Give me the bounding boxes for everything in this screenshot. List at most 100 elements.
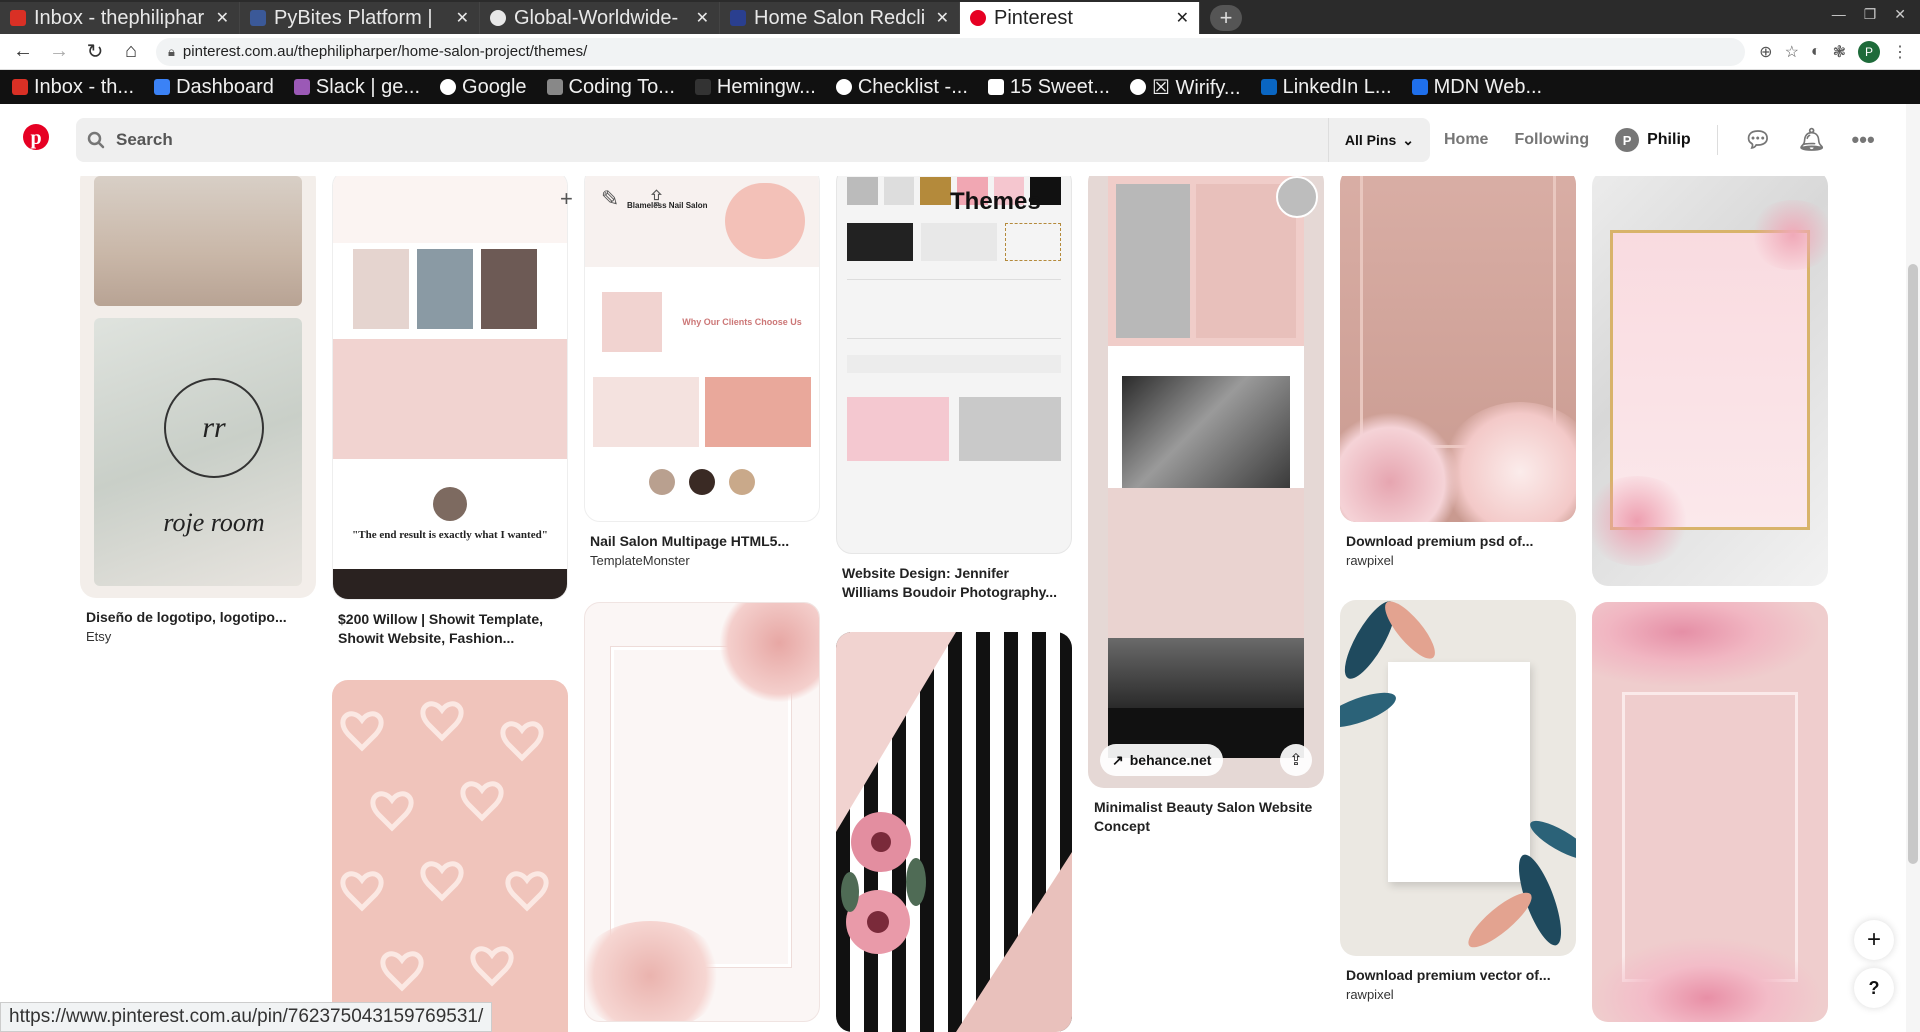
- pin-source[interactable]: TemplateMonster: [584, 553, 820, 568]
- bookmark-item[interactable]: 15 Sweet...: [987, 75, 1110, 99]
- pin-image[interactable]: [1592, 602, 1828, 1022]
- pin-source[interactable]: Etsy: [80, 629, 316, 644]
- tab-title: Home Salon Redcli: [754, 6, 926, 29]
- bookmarks-bar: Inbox - th... Dashboard Slack | ge... Go…: [0, 70, 1920, 104]
- pin-card[interactable]: [332, 680, 568, 1032]
- pin-title[interactable]: Website Design: Jennifer Williams Boudoi…: [836, 564, 1072, 602]
- forward-arrow-icon[interactable]: →: [48, 40, 70, 63]
- extension-icon[interactable]: ❃: [1833, 42, 1846, 62]
- pin-image[interactable]: ↗ behance.net ⇪: [1088, 176, 1324, 788]
- bookmark-item[interactable]: Inbox - th...: [12, 76, 134, 99]
- profile-avatar[interactable]: P: [1858, 40, 1880, 63]
- close-window-icon[interactable]: ✕: [1894, 6, 1906, 28]
- browser-tab[interactable]: Global-Worldwide- ✕: [480, 2, 720, 34]
- wirify-icon: [1129, 79, 1146, 95]
- nav-profile[interactable]: P Philip: [1615, 128, 1691, 152]
- share-upload-icon[interactable]: ⇪: [647, 186, 665, 212]
- pin-image[interactable]: [1340, 600, 1576, 956]
- back-arrow-icon[interactable]: ←: [12, 40, 34, 63]
- edit-pencil-icon[interactable]: ✎: [601, 186, 619, 212]
- bookmark-label: 15 Sweet...: [1009, 75, 1110, 98]
- new-tab-button[interactable]: +: [1210, 5, 1242, 31]
- close-icon[interactable]: ✕: [456, 8, 469, 28]
- close-icon[interactable]: ✕: [216, 8, 229, 28]
- pin-card[interactable]: Website Design: Jennifer Williams Boudoi…: [836, 176, 1072, 602]
- pin-card[interactable]: [1592, 602, 1828, 1022]
- pin-card[interactable]: "The end result is exactly what I wanted…: [332, 176, 568, 648]
- pin-card[interactable]: rr roje room Diseño de logotipo, logotip…: [80, 176, 316, 644]
- pin-card[interactable]: Blameless Nail Salon Why Our Clients Cho…: [584, 176, 820, 568]
- add-icon[interactable]: +: [560, 186, 573, 212]
- pin-title[interactable]: Minimalist Beauty Salon Website Concept: [1088, 798, 1324, 836]
- pin-image[interactable]: [836, 176, 1072, 554]
- scrollbar-thumb[interactable]: [1908, 264, 1918, 864]
- pin-title[interactable]: Download premium vector of...: [1340, 966, 1576, 985]
- minimize-icon[interactable]: —: [1832, 6, 1846, 28]
- pin-card[interactable]: Download premium vector of... rawpixel: [1340, 600, 1576, 1002]
- checklist-icon: [835, 79, 852, 95]
- all-pins-dropdown[interactable]: All Pins ⌄: [1327, 118, 1430, 162]
- create-button[interactable]: +: [1854, 920, 1894, 960]
- pin-card[interactable]: [1592, 176, 1828, 586]
- bookmark-item[interactable]: Google: [440, 76, 527, 99]
- search-icon: [76, 131, 116, 149]
- bookmark-label: Slack | ge...: [315, 75, 421, 98]
- notifications-bell-icon[interactable]: 🔔︎: [1798, 127, 1826, 153]
- bookmark-item[interactable]: Hemingw...: [694, 76, 816, 99]
- share-button[interactable]: ⇪: [1280, 744, 1312, 776]
- pin-image[interactable]: "The end result is exactly what I wanted…: [332, 176, 568, 600]
- close-icon[interactable]: ✕: [1176, 8, 1189, 28]
- pin-card[interactable]: Download premium psd of... rawpixel: [1340, 176, 1576, 568]
- page-scrollbar[interactable]: [1906, 104, 1920, 1032]
- close-icon[interactable]: ✕: [936, 8, 949, 28]
- bookmark-item[interactable]: LinkedIn L...: [1260, 76, 1392, 99]
- collaborator-avatar[interactable]: [1276, 176, 1318, 218]
- pin-image[interactable]: [584, 602, 820, 1022]
- add-to-home-icon[interactable]: ⊕: [1759, 42, 1772, 62]
- browser-tab[interactable]: Home Salon Redcli ✕: [720, 2, 960, 34]
- maximize-icon[interactable]: ❐: [1864, 6, 1877, 28]
- bookmark-item[interactable]: Slack | ge...: [293, 75, 421, 99]
- more-options-icon[interactable]: •••: [1852, 127, 1875, 153]
- extension-icon[interactable]: ◐: [1811, 43, 1821, 61]
- pin-title[interactable]: Download premium psd of...: [1340, 532, 1576, 551]
- search-bar[interactable]: Search All Pins ⌄: [76, 118, 1430, 162]
- pin-image[interactable]: [1592, 176, 1828, 586]
- bookmark-item[interactable]: ☒ Wirify...: [1129, 75, 1241, 100]
- url-field[interactable]: 🔒︎ pinterest.com.au/thephilipharper/home…: [156, 37, 1746, 66]
- avatar: P: [1615, 128, 1640, 152]
- pin-image[interactable]: [332, 680, 568, 1032]
- pin-image[interactable]: [836, 632, 1072, 1032]
- pin-card[interactable]: ↗ behance.net ⇪ Minimalist Beauty Salon …: [1088, 176, 1324, 836]
- lock-icon[interactable]: 🔒︎: [168, 44, 175, 60]
- nav-home[interactable]: Home: [1444, 131, 1488, 149]
- pin-card[interactable]: [836, 632, 1072, 1032]
- bookmark-item[interactable]: Dashboard: [154, 76, 274, 99]
- pin-image[interactable]: [1340, 176, 1576, 522]
- pin-source[interactable]: rawpixel: [1340, 553, 1576, 568]
- pin-source[interactable]: rawpixel: [1340, 987, 1576, 1002]
- help-button[interactable]: ?: [1854, 968, 1894, 1008]
- home-icon[interactable]: ⌂: [120, 40, 142, 63]
- pin-title[interactable]: $200 Willow | Showit Template, Showit We…: [332, 610, 568, 648]
- bookmark-star-icon[interactable]: ☆: [1785, 42, 1799, 62]
- pin-title[interactable]: Diseño de logotipo, logotipo...: [80, 608, 316, 627]
- bookmark-item[interactable]: Coding To...: [546, 76, 675, 99]
- browser-tab[interactable]: Inbox - thephiliphar ✕: [0, 2, 240, 34]
- source-chip[interactable]: ↗ behance.net: [1100, 744, 1224, 776]
- close-icon[interactable]: ✕: [696, 8, 709, 28]
- browser-tab-active[interactable]: Pinterest ✕: [960, 2, 1200, 34]
- pinterest-logo-icon[interactable]: p: [16, 117, 56, 157]
- pin-card[interactable]: [584, 602, 820, 1022]
- pin-image[interactable]: rr roje room: [80, 176, 316, 598]
- search-input[interactable]: Search: [116, 130, 1328, 150]
- menu-kebab-icon[interactable]: ⋮: [1892, 42, 1908, 62]
- bookmark-item[interactable]: MDN Web...: [1411, 76, 1542, 99]
- mdn-icon: [1411, 79, 1428, 95]
- browser-tab[interactable]: PyBites Platform | ✕: [240, 2, 480, 34]
- bookmark-item[interactable]: Checklist -...: [835, 76, 968, 99]
- reload-icon[interactable]: ↻: [84, 39, 106, 64]
- nav-following[interactable]: Following: [1514, 131, 1589, 149]
- pin-title[interactable]: Nail Salon Multipage HTML5...: [584, 532, 820, 551]
- messages-icon[interactable]: 💬︎: [1744, 127, 1772, 153]
